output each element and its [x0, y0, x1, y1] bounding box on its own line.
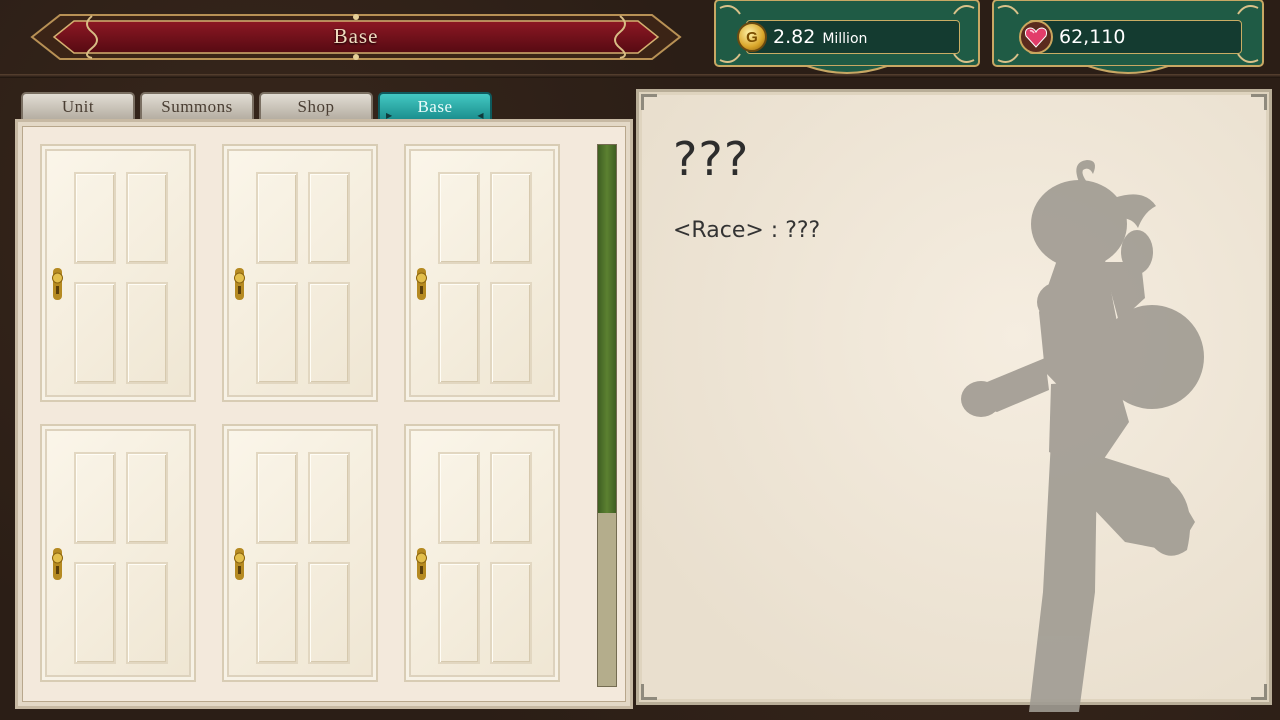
door-knob-icon — [52, 268, 63, 300]
door-knob-icon — [234, 548, 245, 580]
gold-coin-icon: G — [737, 22, 767, 52]
door-panel — [438, 282, 480, 384]
gold-unit: Million — [822, 30, 868, 47]
race-row: <Race> : ??? — [673, 218, 821, 243]
gold-panel: G 2.82 Million — [712, 0, 982, 76]
door-panel — [256, 562, 298, 664]
door-panel — [490, 172, 532, 264]
door-panel — [126, 562, 168, 664]
door-panel — [438, 452, 480, 544]
gem-amount: 62,110 — [1059, 26, 1126, 48]
tab-summons[interactable]: Summons — [140, 92, 254, 120]
room-door[interactable] — [222, 144, 378, 402]
room-door[interactable] — [40, 144, 196, 402]
door-panel — [126, 452, 168, 544]
door-knob-icon — [416, 268, 427, 300]
tab-unit[interactable]: Unit — [21, 92, 135, 120]
unit-name: ??? — [673, 132, 750, 186]
tab-base[interactable]: ▶ Base ◀ — [378, 92, 492, 120]
door-panel — [256, 282, 298, 384]
gem-panel: 62,110 — [990, 0, 1266, 76]
door-panel — [308, 172, 350, 264]
room-door[interactable] — [222, 424, 378, 682]
door-panel — [74, 172, 116, 264]
door-panel — [490, 282, 532, 384]
gold-display: G 2.82 Million — [737, 20, 960, 54]
room-door[interactable] — [40, 424, 196, 682]
corner-ornament — [1251, 94, 1267, 110]
door-panel — [308, 562, 350, 664]
door-panel — [438, 562, 480, 664]
door-panel — [490, 452, 532, 544]
corner-ornament — [1251, 684, 1267, 700]
heart-gem-icon — [1019, 20, 1053, 54]
character-silhouette — [961, 160, 1204, 712]
door-panel — [74, 282, 116, 384]
corner-ornament — [641, 94, 657, 110]
gem-display: 62,110 — [1019, 20, 1242, 54]
race-value: ??? — [785, 218, 821, 243]
race-label: <Race> — [673, 218, 764, 243]
door-panel — [126, 282, 168, 384]
door-panel — [438, 172, 480, 264]
door-panel — [74, 452, 116, 544]
header-divider — [0, 74, 1280, 78]
gold-amount: 2.82 — [773, 26, 816, 48]
door-panel — [308, 282, 350, 384]
detail-panel: ??? <Race> : ??? — [636, 89, 1272, 712]
door-knob-icon — [52, 548, 63, 580]
corner-ornament — [641, 684, 657, 700]
door-panel — [74, 562, 116, 664]
door-panel — [256, 172, 298, 264]
room-door[interactable] — [404, 424, 560, 682]
tab-shop[interactable]: Shop — [259, 92, 373, 120]
door-panel — [256, 452, 298, 544]
door-panel — [490, 562, 532, 664]
room-grid-panel — [15, 119, 633, 709]
door-knob-icon — [234, 268, 245, 300]
door-knob-icon — [416, 548, 427, 580]
scrollbar-thumb[interactable] — [598, 145, 616, 513]
page-title: Base — [333, 24, 379, 48]
door-panel — [126, 172, 168, 264]
room-door[interactable] — [404, 144, 560, 402]
scrollbar[interactable] — [597, 144, 617, 687]
door-panel — [308, 452, 350, 544]
title-banner: Base — [30, 10, 682, 64]
